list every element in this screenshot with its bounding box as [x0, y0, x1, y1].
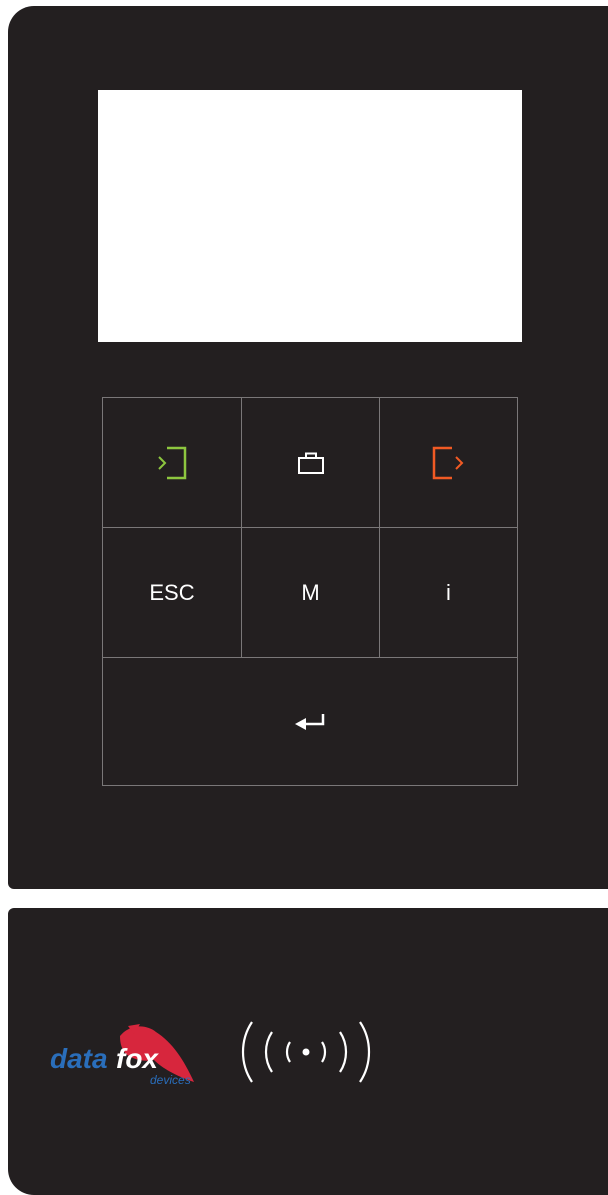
menu-key-label: M [301, 579, 320, 605]
briefcase-icon [297, 452, 324, 474]
esc-key[interactable]: ESC [103, 528, 241, 657]
business-trip-key[interactable] [242, 398, 379, 527]
info-key-label: i [446, 579, 451, 605]
logout-arrow-icon [432, 446, 466, 480]
come-key[interactable] [103, 398, 241, 527]
logo-text-fox: fox [116, 1043, 159, 1074]
esc-key-label: ESC [149, 579, 195, 605]
menu-key[interactable]: M [242, 528, 379, 657]
logo-text-devices: devices [150, 1073, 191, 1087]
datafox-fox-icon: data fox devices [50, 1024, 194, 1087]
login-arrow-icon [155, 446, 189, 480]
logo-text-data: data [50, 1043, 108, 1074]
keypad: ESC M i [102, 397, 518, 786]
go-key[interactable] [380, 398, 517, 527]
terminal-display-screen [98, 90, 522, 342]
info-key[interactable]: i [380, 528, 517, 657]
enter-arrow-icon [293, 713, 327, 731]
datafox-logo: data fox devices [48, 1020, 208, 1090]
contactless-reader-icon [238, 1018, 390, 1086]
enter-key[interactable] [103, 658, 517, 785]
